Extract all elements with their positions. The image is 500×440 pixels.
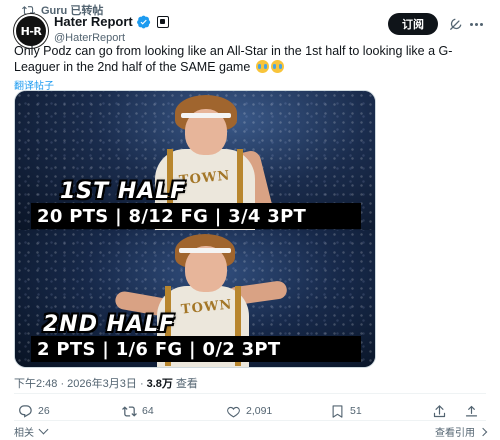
like-count: 2,091: [246, 405, 273, 417]
upload-icon: [465, 405, 478, 416]
reply-button[interactable]: 26: [18, 404, 50, 419]
action-bar: 26 64 2,091 51: [14, 402, 486, 420]
tweet-body: Only Podz can go from looking like an Al…: [14, 44, 453, 74]
divider: [14, 420, 486, 421]
share-icon: [433, 404, 446, 417]
like-button[interactable]: 2,091: [226, 404, 272, 419]
bookmark-icon: [332, 404, 343, 418]
chevron-down-icon: [38, 424, 49, 435]
tweet-text: Only Podz can go from looking like an Al…: [14, 43, 484, 75]
avatar-text: H-R: [20, 24, 42, 38]
reply-count: 26: [38, 405, 50, 417]
divider: [14, 393, 486, 394]
more-options-icon[interactable]: [470, 16, 486, 32]
chevron-right-icon: [478, 427, 488, 436]
second-half-photo: TOWN 2ND HALF 2 PTS | 1/6 FG | 0/2 3PT: [15, 230, 375, 367]
more-share-button[interactable]: [464, 404, 479, 419]
view-quotes-label: 查看引用: [435, 428, 475, 439]
reply-icon: [19, 404, 32, 418]
affiliate-badge-icon: [156, 15, 169, 28]
crying-face-emoji-icon: [270, 60, 284, 73]
tweet-timestamp[interactable]: 下午2:48 · 2026年3月3日 · 3.8万 查看: [14, 375, 198, 391]
tweet-time[interactable]: 下午2:48 · 2026年3月3日 ·: [14, 375, 144, 391]
repost-count: 64: [142, 405, 154, 417]
heart-icon: [227, 406, 240, 418]
related-label: 相关: [14, 428, 34, 439]
share-button[interactable]: [432, 404, 447, 419]
first-half-stats: 20 PTS | 8/12 FG | 3/4 3PT: [31, 203, 361, 229]
related-toggle[interactable]: 相关: [14, 424, 49, 439]
first-half-label: 1ST HALF: [60, 179, 187, 204]
grok-icon[interactable]: [449, 17, 463, 31]
verified-badge-icon: [136, 15, 151, 29]
view-count: 3.8万: [146, 378, 173, 390]
repost-icon: [122, 405, 137, 417]
crying-face-emoji-icon: [255, 60, 269, 73]
second-half-stats: 2 PTS | 1/6 FG | 0/2 3PT: [31, 336, 361, 362]
subscribe-button[interactable]: 订阅: [388, 13, 438, 35]
tweet-image[interactable]: TOWN 1ST HALF 20 PTS | 8/12 FG | 3/4 3PT…: [14, 90, 376, 368]
second-half-label: 2ND HALF: [43, 312, 176, 337]
author-block[interactable]: Hater Report @HaterReport: [54, 14, 169, 44]
bookmark-button[interactable]: 51: [330, 404, 362, 419]
author-name[interactable]: Hater Report: [54, 14, 133, 29]
view-label: 查看: [175, 378, 198, 390]
view-quotes-link[interactable]: 查看引用: [435, 424, 488, 439]
repost-button[interactable]: 64: [122, 404, 154, 419]
bookmark-count: 51: [350, 405, 362, 417]
first-half-photo: TOWN 1ST HALF 20 PTS | 8/12 FG | 3/4 3PT: [15, 91, 375, 230]
